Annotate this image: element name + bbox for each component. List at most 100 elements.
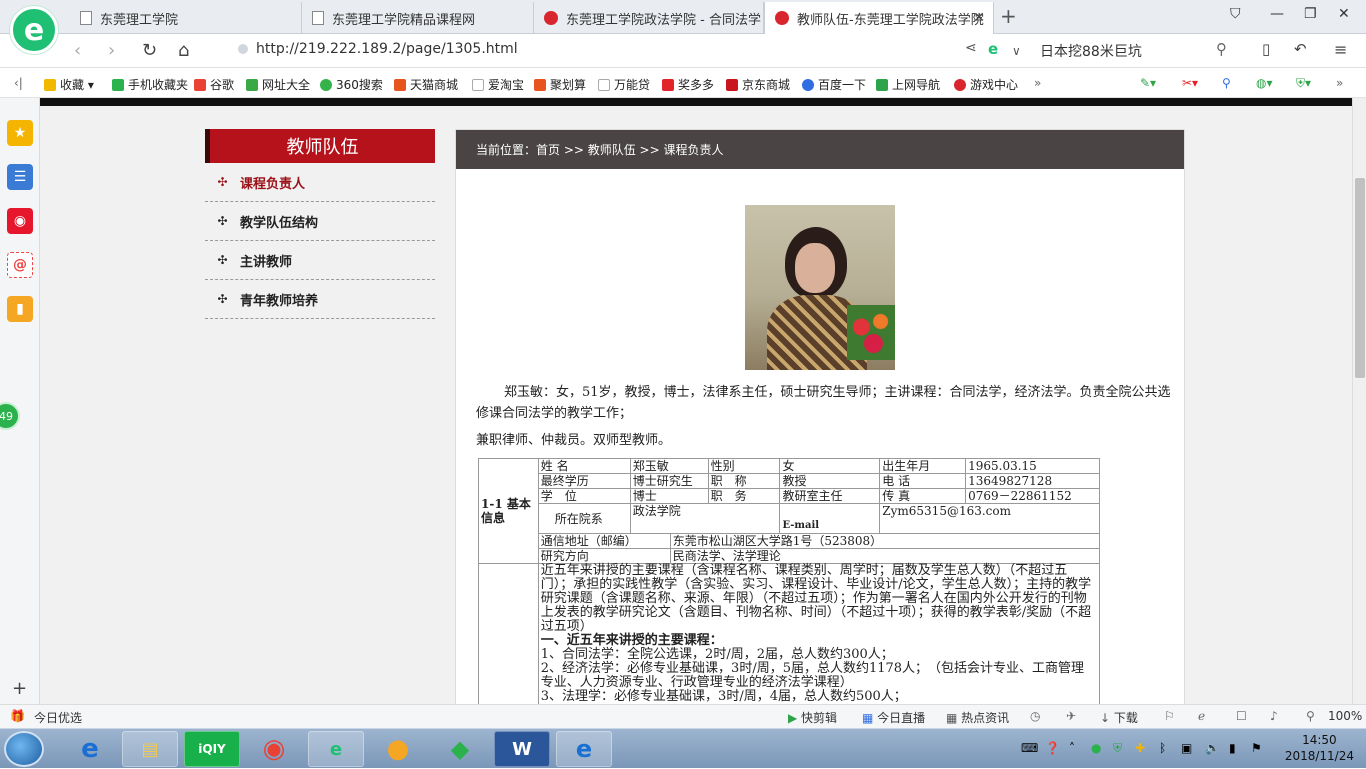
translate-icon[interactable]: ✎▾	[1140, 76, 1156, 90]
speaker-icon[interactable]: 🔈	[1205, 741, 1220, 755]
tab-dgut[interactable]: 东莞理工学院	[70, 2, 302, 34]
bookmark-aitaobao[interactable]: 爱淘宝	[472, 76, 524, 93]
bookmark-hao[interactable]: 网址大全	[246, 76, 310, 93]
flag-icon[interactable]: ⚐	[1164, 709, 1175, 723]
sidebar-toggle-icon[interactable]: ‹|	[14, 76, 23, 90]
menu-icon[interactable]: ≡	[1334, 40, 1347, 59]
bookmark-jd[interactable]: 京东商城	[726, 76, 790, 93]
browser-logo[interactable]: e	[10, 6, 58, 54]
menu-item-lecturers[interactable]: ✣ 主讲教师	[205, 241, 435, 280]
phone-icon[interactable]: ▯	[1262, 40, 1270, 58]
tray-e-icon[interactable]: ●	[1091, 741, 1101, 755]
browser-task-icon[interactable]: e	[308, 731, 364, 767]
undo-icon[interactable]: ↶	[1294, 40, 1307, 58]
word-icon[interactable]: W	[494, 731, 550, 767]
notebook-icon[interactable]: ▮	[7, 296, 33, 322]
colorful-icon[interactable]: ●	[370, 731, 426, 767]
close-window-button[interactable]: ✕	[1338, 6, 1350, 22]
bookmark-jiangduoduo[interactable]: 奖多多	[662, 76, 714, 93]
scrollbar-thumb[interactable]	[1355, 178, 1365, 378]
menu-item-young-teachers[interactable]: ✣ 青年教师培养	[205, 280, 435, 319]
add-icon[interactable]: +	[12, 678, 27, 699]
ie-mode-icon[interactable]: ℯ	[1198, 709, 1205, 723]
tray-shield-icon[interactable]: ⛨	[1113, 741, 1122, 756]
clock[interactable]: 14:50 2018/11/24	[1285, 732, 1354, 764]
chrome-icon[interactable]: ◉	[246, 731, 302, 767]
search-icon[interactable]: ⚲	[1216, 40, 1227, 58]
more-tools-icon[interactable]: »	[1336, 76, 1343, 90]
explorer-icon[interactable]: ▤	[122, 731, 178, 767]
help-icon[interactable]: ❓	[1045, 741, 1060, 755]
quick-edit-link[interactable]: ▶ 快剪辑	[788, 709, 837, 726]
bookmark-games[interactable]: 游戏中心	[954, 76, 1018, 93]
teacher-photo	[745, 205, 895, 370]
shield-icon[interactable]: ⛨▾	[1296, 76, 1311, 91]
forward-button[interactable]: ›	[108, 40, 115, 61]
tray-plus-icon[interactable]: ✚	[1135, 741, 1145, 755]
mail-icon[interactable]: @	[7, 252, 33, 278]
display-icon[interactable]: ▣	[1181, 741, 1192, 755]
flag-tray-icon[interactable]: ⚑	[1251, 741, 1262, 755]
ie-icon[interactable]: e	[62, 731, 118, 767]
site-info-icon[interactable]	[238, 44, 248, 54]
tab-teachers[interactable]: 教师队伍-东莞理工学院政法学院 ✕	[764, 2, 994, 34]
vertical-scrollbar[interactable]	[1352, 98, 1366, 704]
gamepad-icon[interactable]: ◍▾	[1256, 76, 1273, 90]
drive-icon[interactable]: ◆	[432, 731, 488, 767]
search-input[interactable]: 日本挖88米巨坑	[1040, 41, 1142, 61]
download-link[interactable]: ↓ 下载	[1100, 709, 1138, 726]
volume-icon[interactable]: ♪	[1270, 709, 1278, 723]
bookmark-baidu[interactable]: 百度一下	[802, 76, 866, 93]
bio-paragraph-2: 兼职律师、仲裁员。双师型教师。	[476, 433, 672, 448]
bookmark-google[interactable]: 谷歌	[194, 76, 234, 93]
iqiyi-icon[interactable]: iQIY	[184, 731, 240, 767]
bookmark-nav[interactable]: 上网导航	[876, 76, 940, 93]
window-icon[interactable]: ☐	[1236, 709, 1247, 723]
home-button[interactable]: ⌂	[178, 40, 189, 61]
tab-course-site[interactable]: 东莞理工学院精品课程网	[302, 2, 534, 34]
minimize-button[interactable]: —	[1270, 6, 1284, 22]
back-button[interactable]: ‹	[74, 40, 81, 61]
zoom-icon[interactable]: ⚲	[1306, 709, 1315, 723]
bookmark-tmall[interactable]: 天猫商城	[394, 76, 458, 93]
tray-arrow-icon[interactable]: ˄	[1069, 741, 1075, 755]
bluetooth-icon[interactable]: ᛒ	[1159, 741, 1166, 755]
bookmark-wannengdai[interactable]: 万能贷	[598, 76, 650, 93]
teacher-bio: 郑玉敏：女，51岁，教授，博士，法律系主任，硕士研究生导师；主讲课程：合同法学，…	[476, 382, 1176, 451]
new-tab-button[interactable]: +	[1000, 4, 1017, 28]
tab-law-school[interactable]: 东莞理工学院政法学院 - 合同法学	[534, 2, 764, 34]
bookmark-mobile[interactable]: 手机收藏夹	[112, 76, 188, 93]
news-icon[interactable]: ☰	[7, 164, 33, 190]
maximize-button[interactable]: ❐	[1304, 6, 1317, 22]
weibo-icon[interactable]: ◉	[7, 208, 33, 234]
refresh-button[interactable]: ↻	[142, 40, 157, 61]
left-menu-title: 教师队伍	[205, 129, 435, 163]
start-button[interactable]	[4, 731, 44, 767]
zoom-level[interactable]: 100%	[1328, 709, 1362, 723]
shirt-icon[interactable]: ⛉	[1230, 6, 1241, 22]
menu-item-course-leader[interactable]: ✣ 课程负责人	[205, 163, 435, 202]
scissors-icon[interactable]: ✂▾	[1182, 76, 1198, 90]
bookmark-favorites[interactable]: 收藏 ▾	[44, 76, 94, 93]
close-icon[interactable]: ✕	[973, 10, 985, 26]
pin-icon[interactable]: ✈	[1066, 709, 1076, 723]
live-link[interactable]: ▦ 今日直播	[862, 709, 925, 726]
magnifier-icon[interactable]: ⚲	[1222, 76, 1231, 90]
network-icon[interactable]: ▮	[1229, 741, 1236, 755]
chevron-down-icon[interactable]: ∨	[1012, 44, 1021, 58]
share-icon[interactable]: ⋖	[965, 40, 977, 56]
bookmark-juhuasuan[interactable]: 聚划算	[534, 76, 586, 93]
keyboard-icon[interactable]: ⌨	[1021, 741, 1038, 755]
speed-badge[interactable]: 49	[0, 402, 20, 430]
ie-task-icon[interactable]: e	[556, 731, 612, 767]
today-picks-link[interactable]: 今日优选	[34, 709, 82, 726]
bookmark-360[interactable]: 360搜索	[320, 76, 383, 93]
url-field[interactable]: http://219.222.189.2/page/1305.html	[238, 41, 518, 57]
speed-icon[interactable]: ◷	[1030, 709, 1040, 723]
more-bookmarks-icon[interactable]: »	[1034, 76, 1041, 90]
menu-item-team-structure[interactable]: ✣ 教学队伍结构	[205, 202, 435, 241]
star-icon[interactable]: ★	[7, 120, 33, 146]
engine-icon[interactable]: e	[988, 40, 998, 58]
gift-icon[interactable]: 🎁	[10, 709, 25, 723]
hot-news-link[interactable]: ▦ 热点资讯	[946, 709, 1009, 726]
